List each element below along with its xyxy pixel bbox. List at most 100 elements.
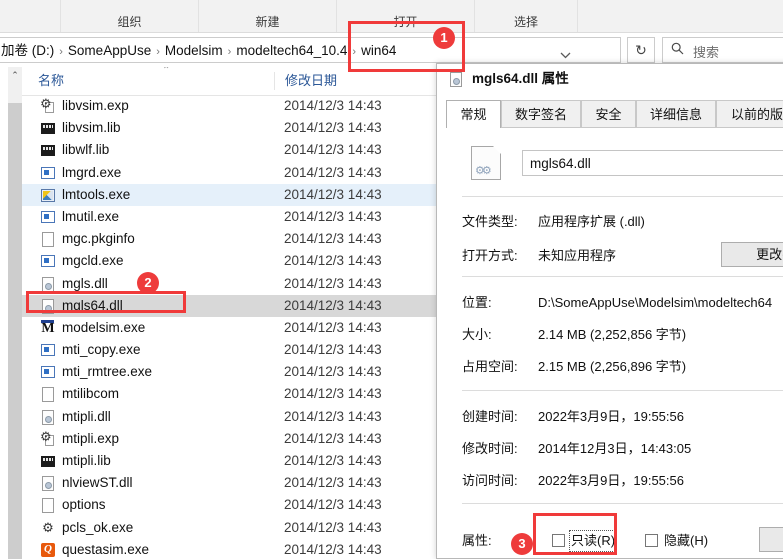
ribbon-group-open[interactable]: 打开	[336, 0, 474, 32]
checkbox-box[interactable]	[552, 534, 565, 547]
file-name: mtipli.exp	[62, 430, 120, 446]
ribbon-group-select[interactable]: 选择	[474, 0, 577, 32]
breadcrumb-item-modelsim[interactable]: Modelsim	[165, 43, 223, 58]
file-row-questasim-exe[interactable]: questasim.exe 2014/12/3 14:43	[22, 539, 436, 559]
dll-file-icon	[448, 71, 464, 87]
nav-pane-scrollbar[interactable]: ⌃	[8, 67, 22, 559]
file-row-pcls-ok-exe[interactable]: ⚙ pcls_ok.exe 2014/12/3 14:43	[22, 517, 436, 539]
file-row-options[interactable]: options 2014/12/3 14:43	[22, 494, 436, 516]
scroll-up-icon[interactable]: ⌃	[8, 67, 22, 83]
tab-general[interactable]: 常规	[446, 100, 501, 128]
column-header-date[interactable]: 修改日期	[274, 72, 337, 90]
file-name: mtilibcom	[62, 386, 120, 402]
field-modified: 修改时间: 2014年12月3日，14:43:05	[446, 440, 783, 458]
file-name: lmtools.exe	[62, 186, 131, 202]
scrollbar-thumb[interactable]	[8, 103, 22, 559]
file-row-libvsim-exp[interactable]: libvsim.exp 2014/12/3 14:43	[22, 95, 436, 117]
file-row-mgcld-exe[interactable]: mgcld.exe 2014/12/3 14:43	[22, 250, 436, 272]
file-row-mgls64-dll[interactable]: mgls64.dll 2014/12/3 14:43	[22, 294, 436, 317]
column-header-row: 名称 ⌃ 修改日期	[22, 67, 436, 96]
checkbox-box[interactable]	[645, 534, 658, 547]
change-button[interactable]: 更改(C	[721, 242, 783, 267]
address-bar[interactable]: 加卷 (D:) › SomeAppUse › Modelsim › modeltech64_…	[0, 37, 621, 63]
sort-ascending-icon: ⌃	[162, 67, 171, 76]
ribbon-toolbar: 组织 新建 打开 选择	[0, 0, 783, 33]
search-placeholder: 搜索	[693, 45, 720, 60]
file-row-mti-copy-exe[interactable]: mti_copy.exe 2014/12/3 14:43	[22, 339, 436, 361]
file-name: lmutil.exe	[62, 208, 120, 224]
checkbox-label: 隐藏(H)	[664, 533, 709, 548]
tab-label: 以前的版本	[730, 107, 783, 122]
file-date: 2014/12/3 14:43	[284, 98, 382, 113]
file-name: mtipli.dll	[62, 408, 111, 424]
field-label: 创建时间:	[462, 409, 518, 424]
breadcrumb-item-win64[interactable]: win64	[361, 43, 396, 58]
field-label: 打开方式:	[462, 248, 518, 263]
file-row-libwlf-lib[interactable]: libwlf.lib 2014/12/3 14:43	[22, 139, 436, 161]
ribbon-group-new[interactable]: 新建	[198, 0, 336, 32]
file-date: 2014/12/3 14:43	[284, 386, 382, 402]
breadcrumb[interactable]: 加卷 (D:) › SomeAppUse › Modelsim › modeltech64_…	[1, 41, 396, 61]
file-row-mtipli-exp[interactable]: mtipli.exp 2014/12/3 14:43	[22, 428, 436, 450]
file-name: pcls_ok.exe	[62, 519, 134, 535]
column-header-name[interactable]: 名称	[38, 72, 64, 90]
field-value: 2014年12月3日，14:43:05	[538, 441, 692, 456]
advanced-button[interactable]: 高	[759, 527, 783, 552]
file-row-mti-rmtree-exe[interactable]: mti_rmtree.exe 2014/12/3 14:43	[22, 361, 436, 383]
field-value: 未知应用程序	[538, 248, 617, 263]
doc-file-icon	[40, 497, 56, 514]
file-name: lmgrd.exe	[62, 164, 122, 180]
file-name: questasim.exe	[62, 541, 150, 557]
tab-security[interactable]: 安全	[581, 100, 636, 128]
search-input[interactable]: 搜索	[662, 37, 783, 63]
file-date: 2014/12/3 14:43	[284, 164, 382, 180]
breadcrumb-item-modeltech[interactable]: modeltech64_10.4	[236, 43, 347, 58]
ribbon-group-label: 组织	[117, 15, 142, 29]
dialog-title-bar: mgls64.dll 属性	[437, 64, 783, 94]
file-row-mtilibcom[interactable]: mtilibcom 2014/12/3 14:43	[22, 383, 436, 405]
file-date: 2014/12/3 14:43	[284, 342, 382, 358]
field-file-type: 文件类型: 应用程序扩展 (.dll)	[446, 213, 783, 231]
refresh-icon[interactable]: ↻	[627, 37, 655, 63]
tab-details[interactable]: 详细信息	[636, 100, 716, 128]
breadcrumb-item-someappuse[interactable]: SomeAppUse	[68, 43, 151, 58]
file-row-lmtools-exe[interactable]: lmtools.exe 2014/12/3 14:43	[22, 183, 436, 206]
file-date: 2014/12/3 14:43	[284, 497, 382, 513]
ribbon-group-label: 新建	[255, 15, 280, 29]
pcls-file-icon: ⚙	[42, 519, 54, 535]
file-rows-container: libvsim.exp 2014/12/3 14:43 libvsim.lib 201…	[22, 95, 436, 559]
divider	[462, 390, 783, 391]
file-row-modelsim-exe[interactable]: Mmodelsim.exe 2014/12/3 14:43	[22, 317, 436, 339]
field-value: D:\SomeAppUse\Modelsim\modeltech64	[538, 295, 773, 310]
tab-label: 安全	[595, 107, 622, 122]
doc-file-icon	[40, 386, 56, 403]
general-tab-panel: mgls64.dll 文件类型: 应用程序扩展 (.dll) 打开方式: 未知应…	[446, 127, 783, 558]
tab-previous-versions[interactable]: 以前的版本	[716, 100, 783, 128]
file-row-mtipli-dll[interactable]: mtipli.dll 2014/12/3 14:43	[22, 406, 436, 428]
file-name: libvsim.lib	[62, 120, 121, 136]
lib-file-icon	[40, 453, 56, 469]
field-value: 2022年3月9日，19:55:56	[538, 409, 684, 424]
file-date: 2014/12/3 14:43	[284, 186, 382, 202]
file-date: 2014/12/3 14:43	[284, 430, 382, 446]
quest-file-icon	[40, 542, 56, 558]
file-date: 2014/12/3 14:43	[284, 297, 382, 313]
file-row-mtipli-lib[interactable]: mtipli.lib 2014/12/3 14:43	[22, 450, 436, 472]
file-row-mgls-dll[interactable]: mgls.dll 2014/12/3 14:43	[22, 273, 436, 295]
breadcrumb-separator: ›	[227, 46, 232, 58]
tab-digital-signature[interactable]: 数字签名	[501, 100, 581, 128]
file-row-lmutil-exe[interactable]: lmutil.exe 2014/12/3 14:43	[22, 206, 436, 228]
file-row-mgc-pkginfo[interactable]: mgc.pkginfo 2014/12/3 14:43	[22, 228, 436, 250]
exp-file-icon	[40, 429, 56, 447]
file-row-nlviewst-dll[interactable]: nlviewST.dll 2014/12/3 14:43	[22, 472, 436, 494]
field-location: 位置: D:\SomeAppUse\Modelsim\modeltech64	[446, 294, 783, 312]
filename-field[interactable]: mgls64.dll	[522, 150, 783, 176]
file-row-lmgrd-exe[interactable]: lmgrd.exe 2014/12/3 14:43	[22, 162, 436, 184]
ribbon-group-organize[interactable]: 组织	[60, 0, 198, 32]
breadcrumb-separator: ›	[59, 46, 63, 58]
divider	[462, 196, 783, 197]
breadcrumb-item-drive[interactable]: 加卷 (D:)	[1, 43, 54, 58]
file-name: nlviewST.dll	[62, 475, 133, 491]
file-row-libvsim-lib[interactable]: libvsim.lib 2014/12/3 14:43	[22, 117, 436, 139]
file-date: 2014/12/3 14:43	[284, 519, 382, 535]
